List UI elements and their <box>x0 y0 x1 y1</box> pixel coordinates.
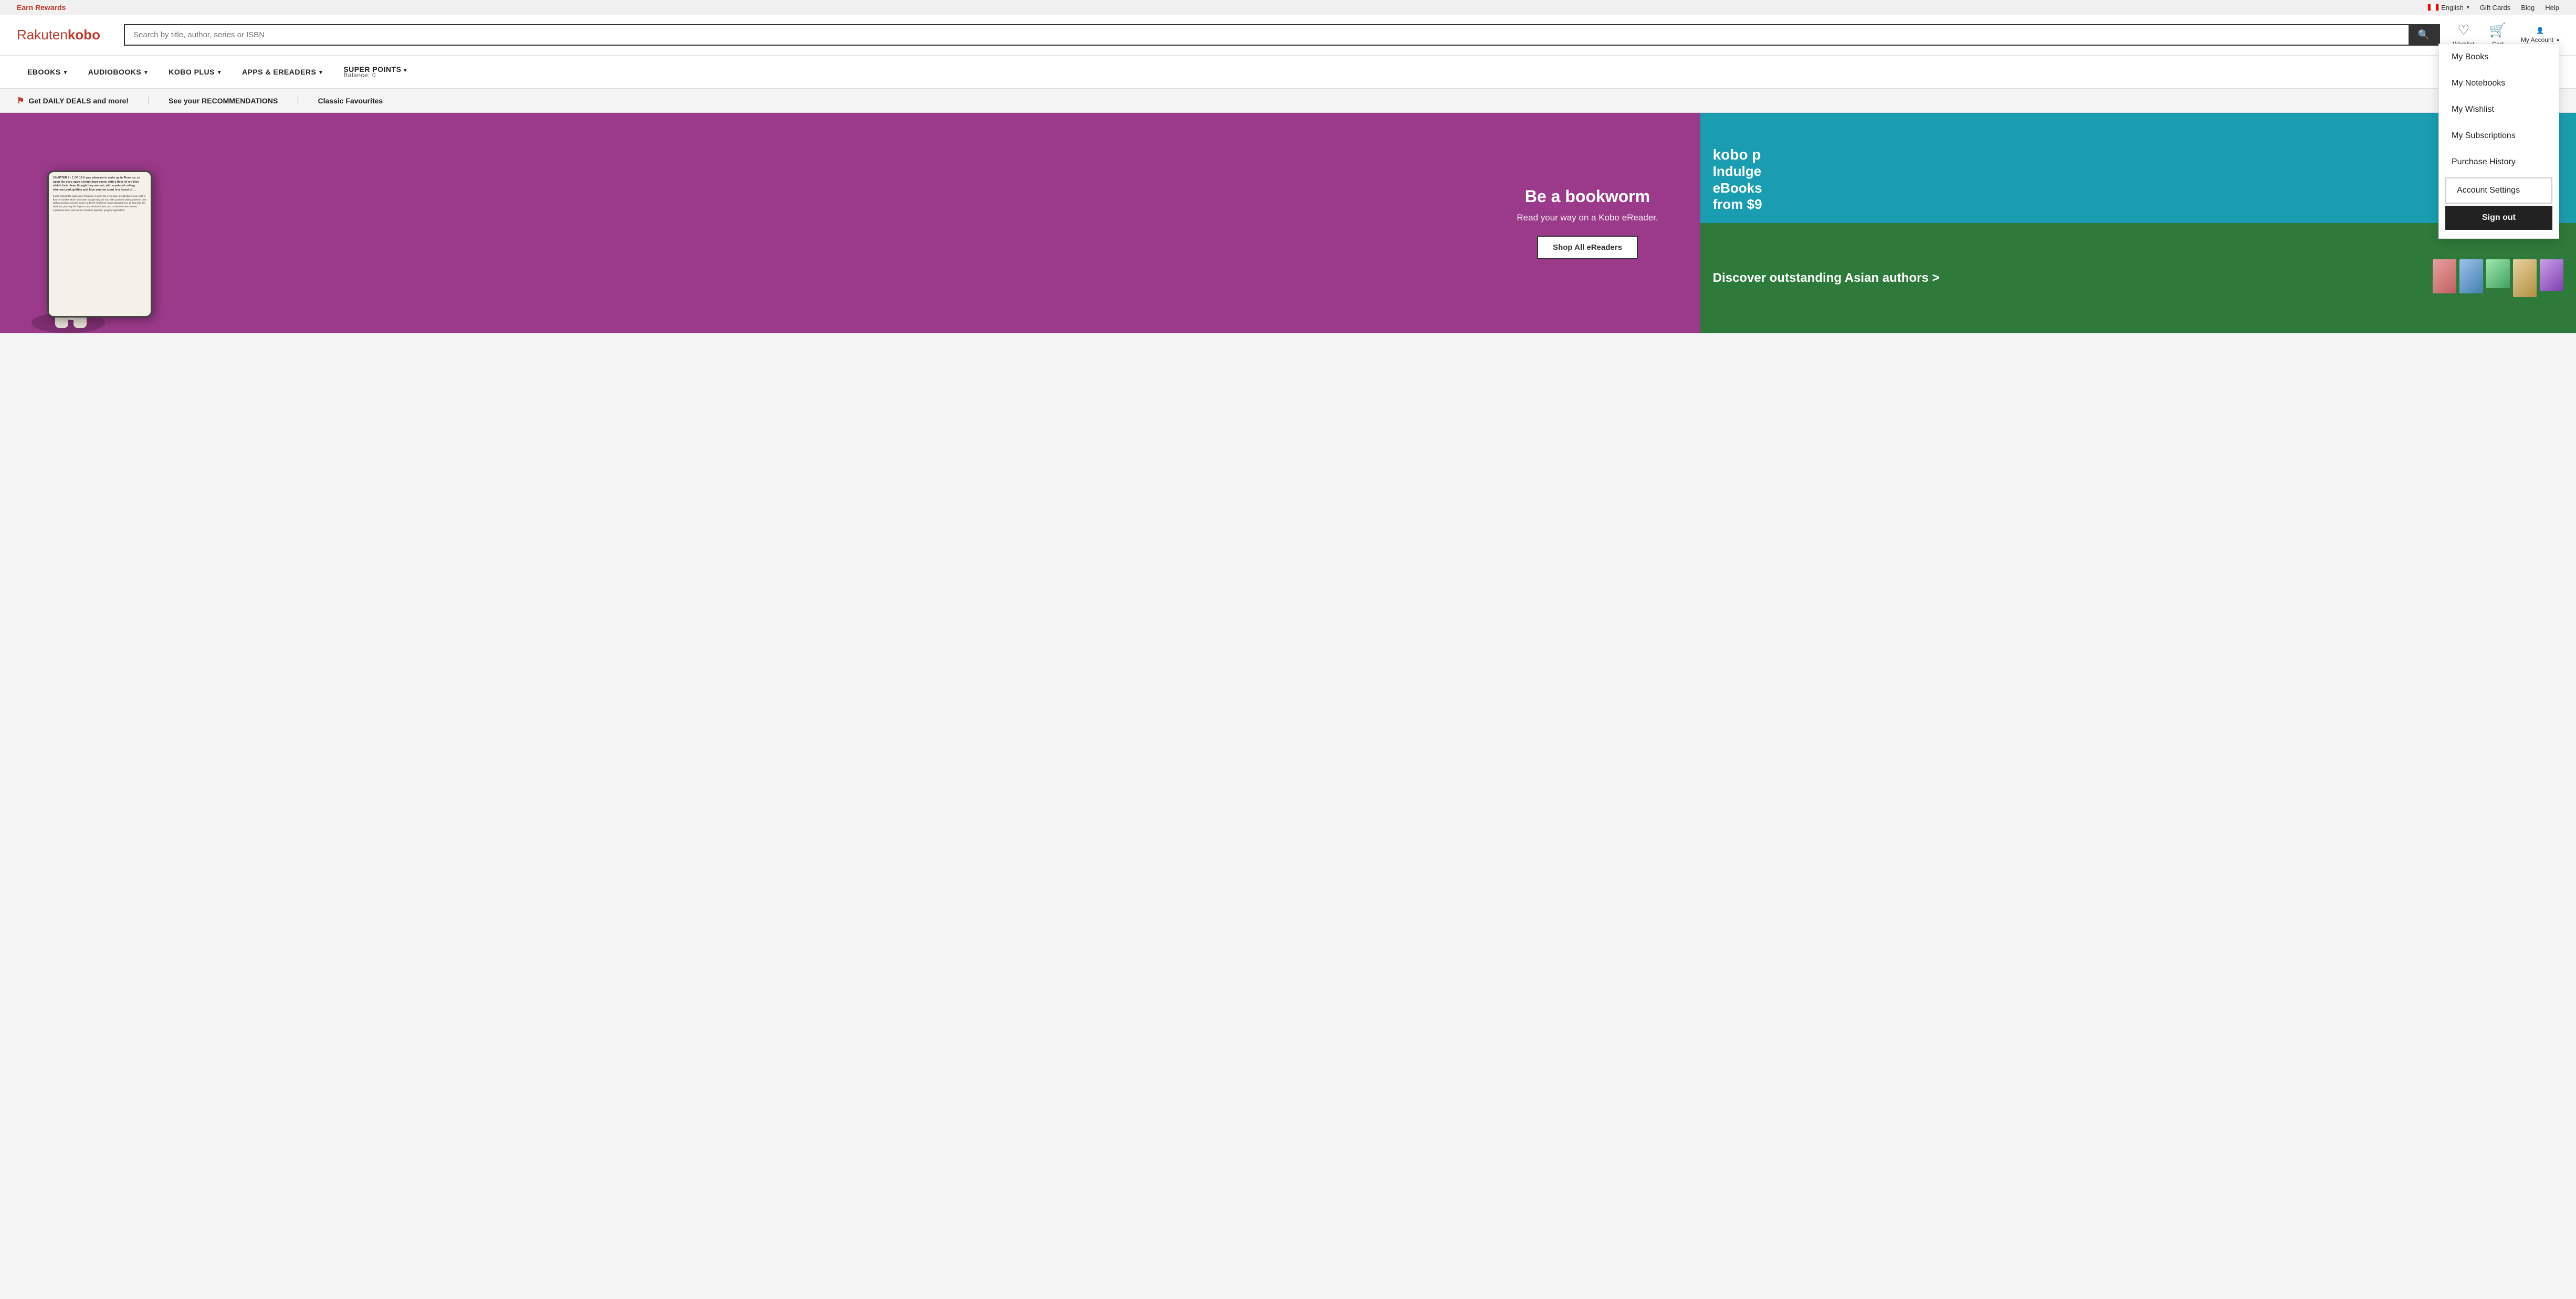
nav-apps-ereaders[interactable]: APPS & eREADERS ▾ <box>232 58 333 86</box>
ereader-device: CHAPTER 9 · 1 OF 19 It was pleasant to w… <box>47 171 152 318</box>
header-actions: ♡ Wishlist 🛒 Cart 👤 My Account ▴ My Book… <box>2453 22 2559 48</box>
my-account-button[interactable]: 👤 My Account ▴ <box>2521 27 2559 44</box>
purchase-history-link[interactable]: Purchase History <box>2439 149 2559 175</box>
classic-favourites-label: Classic Favourites <box>318 97 383 105</box>
asian-authors-headline: Discover outstanding Asian authors > <box>1713 270 2424 286</box>
nav-ebooks[interactable]: eBOOKS ▾ <box>17 58 78 86</box>
book-thumb-5 <box>2540 259 2563 291</box>
ereader-screen: CHAPTER 9 · 1 OF 19 It was pleasant to w… <box>49 172 151 316</box>
nav-super-points-chevron-icon: ▾ <box>404 67 407 73</box>
flag-icon: ⚑ <box>17 96 24 106</box>
language-selector[interactable]: English ▾ <box>2427 4 2469 12</box>
nav-kobo-plus[interactable]: KOBO PLUS ▾ <box>158 58 232 86</box>
nav-kobo-plus-chevron-icon: ▾ <box>218 69 221 76</box>
hero-banner: CHAPTER 9 · 1 OF 19 It was pleasant to w… <box>0 113 1700 333</box>
nav-bar: eBOOKS ▾ AUDIOBOOKS ▾ KOBO PLUS ▾ APPS &… <box>0 56 2576 89</box>
book-thumb-3 <box>2486 259 2510 288</box>
heart-icon: ♡ <box>2457 22 2469 38</box>
language-chevron-icon: ▾ <box>2467 5 2469 10</box>
my-notebooks-link[interactable]: My Notebooks <box>2439 70 2559 97</box>
nav-ebooks-label: eBOOKS <box>27 68 61 76</box>
hero-text-block: Be a bookworm Read your way on a Kobo eR… <box>1517 187 1658 259</box>
logo[interactable]: Rakuten kobo <box>17 27 111 43</box>
ereader-chapter: CHAPTER 9 · 1 OF 19 It was pleasant to w… <box>53 176 146 193</box>
book-thumb-4 <box>2513 259 2537 297</box>
book-thumb-1 <box>2433 259 2456 293</box>
daily-deals-label: Get DAILY DEALS and more! <box>28 97 129 105</box>
kobo-promo-text: Indulge eBooks from $9 <box>1713 163 2563 213</box>
nav-super-points[interactable]: SUPER POINTS ▾ Balance: 0 <box>333 56 417 88</box>
search-button[interactable]: 🔍 <box>2409 25 2439 45</box>
shop-all-ereaders-button[interactable]: Shop All eReaders <box>1537 236 1638 259</box>
sign-out-button[interactable]: Sign out <box>2445 206 2552 230</box>
promo-divider-1: | <box>148 96 169 105</box>
hero-subtext: Read your way on a Kobo eReader. <box>1517 213 1658 223</box>
nav-ebooks-chevron-icon: ▾ <box>64 69 67 76</box>
book-thumb-2 <box>2459 259 2483 293</box>
nav-apps-ereaders-label: APPS & eREADERS <box>242 68 316 76</box>
promo-bar: ⚑ Get DAILY DEALS and more! | See your R… <box>0 89 2576 113</box>
main-content: CHAPTER 9 · 1 OF 19 It was pleasant to w… <box>0 113 2576 333</box>
nav-audiobooks[interactable]: AUDIOBOOKS ▾ <box>78 58 158 86</box>
my-books-link[interactable]: My Books <box>2439 44 2559 70</box>
blog-link[interactable]: Blog <box>2521 4 2535 12</box>
daily-deals-link[interactable]: ⚑ Get DAILY DEALS and more! <box>17 96 148 106</box>
gift-cards-link[interactable]: Gift Cards <box>2480 4 2511 12</box>
header: Rakuten kobo 🔍 ♡ Wishlist 🛒 Cart 👤 My Ac… <box>0 15 2576 56</box>
top-bar-right: English ▾ Gift Cards Blog Help <box>2427 4 2559 12</box>
canada-flag-icon <box>2427 4 2439 11</box>
earn-rewards-link[interactable]: Earn Rewards <box>17 3 66 12</box>
top-bar: Earn Rewards English ▾ Gift Cards Blog H… <box>0 0 2576 15</box>
search-icon: 🔍 <box>2418 29 2430 40</box>
my-account-label: My Account <box>2521 36 2553 44</box>
search-bar: 🔍 <box>124 24 2440 46</box>
account-settings-link[interactable]: Account Settings <box>2445 177 2552 204</box>
nav-audiobooks-chevron-icon: ▾ <box>144 69 148 76</box>
cart-icon: 🛒 <box>2489 22 2506 38</box>
book-thumbnails <box>2433 259 2563 297</box>
my-wishlist-link[interactable]: My Wishlist <box>2439 97 2559 123</box>
my-account-row: My Account ▴ <box>2521 36 2559 44</box>
my-account-wrapper: 👤 My Account ▴ My Books My Notebooks My … <box>2521 27 2559 44</box>
search-input[interactable] <box>125 25 2409 45</box>
logo-rakuten: Rakuten <box>17 27 68 43</box>
promo-divider-2: | <box>297 96 318 105</box>
nav-apps-ereaders-chevron-icon: ▾ <box>319 69 322 76</box>
account-dropdown: My Books My Notebooks My Wishlist My Sub… <box>2438 44 2559 239</box>
classic-favourites-link[interactable]: Classic Favourites <box>318 97 402 105</box>
logo-kobo: kobo <box>68 27 100 43</box>
nav-audiobooks-label: AUDIOBOOKS <box>88 68 141 76</box>
kobo-promo-logo: kobo p <box>1713 146 2563 163</box>
hero-headline: Be a bookworm <box>1517 187 1658 206</box>
recommendations-link[interactable]: See your RECOMMENDATIONS <box>169 97 297 105</box>
help-link[interactable]: Help <box>2545 4 2559 12</box>
nav-kobo-plus-label: KOBO PLUS <box>169 68 215 76</box>
user-icon: 👤 <box>2536 27 2544 34</box>
my-subscriptions-link[interactable]: My Subscriptions <box>2439 123 2559 149</box>
language-label: English <box>2441 4 2464 12</box>
account-chevron-icon: ▴ <box>2557 37 2559 43</box>
recommendations-label: See your RECOMMENDATIONS <box>169 97 278 105</box>
ereader-mockup: CHAPTER 9 · 1 OF 19 It was pleasant to w… <box>31 139 178 333</box>
asian-authors-promo[interactable]: Discover outstanding Asian authors > <box>1700 223 2576 333</box>
